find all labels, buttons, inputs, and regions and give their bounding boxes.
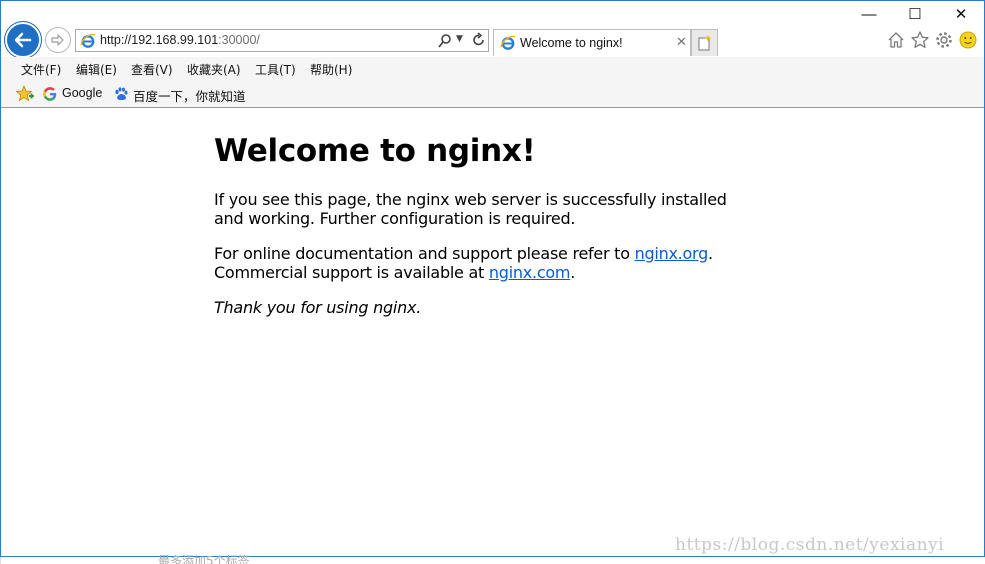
menu-file[interactable]: 文件(F) [21, 61, 61, 78]
star-icon[interactable] [910, 30, 930, 50]
google-icon [43, 87, 57, 101]
menu-tools[interactable]: 工具(T) [255, 61, 296, 78]
menu-edit[interactable]: 编辑(E) [76, 61, 117, 78]
new-tab-icon [698, 35, 712, 51]
url-host: http://192.168.99.101 [100, 33, 219, 47]
menu-bar: 文件(F) 编辑(E) 查看(V) 收藏夹(A) 工具(T) 帮助(H) [1, 57, 984, 81]
tab-title: Welcome to nginx! [520, 36, 623, 50]
refresh-icon[interactable] [471, 32, 487, 48]
close-tab-icon[interactable]: ✕ [676, 34, 687, 50]
search-icon[interactable] [438, 33, 452, 49]
browser-topbar: http://192.168.99.101:30000/ ▼ Welcome t… [1, 1, 984, 58]
thanks-text: Thank you for using nginx. [214, 298, 422, 317]
nginx-com-link[interactable]: nginx.com [489, 263, 571, 282]
new-tab-button[interactable] [691, 29, 718, 56]
forward-button[interactable] [45, 27, 71, 53]
intro-paragraph: If you see this page, the nginx web serv… [214, 190, 727, 228]
watermark: https://blog.csdn.net/yexianyi [675, 535, 945, 555]
ie-icon [80, 33, 96, 48]
arrow-left-icon [14, 32, 32, 48]
underlying-window [0, 557, 985, 564]
commercial-text: Commercial support is available at [214, 263, 489, 282]
baidu-icon [115, 87, 128, 101]
arrow-right-icon [51, 34, 64, 46]
support-text: For online documentation and support ple… [214, 244, 635, 263]
page-content: Welcome to nginx! If you see this page, … [214, 131, 734, 333]
minimize-button[interactable]: — [858, 5, 880, 25]
support-paragraph: For online documentation and support ple… [214, 244, 734, 282]
nginx-org-link[interactable]: nginx.org [635, 244, 709, 263]
url-text[interactable]: http://192.168.99.101:30000/ [100, 33, 260, 47]
ie-icon [500, 35, 516, 50]
smiley-icon[interactable] [958, 30, 978, 50]
home-icon[interactable] [886, 30, 906, 50]
page-heading: Welcome to nginx! [214, 133, 536, 169]
favorite-google[interactable]: Google [62, 86, 102, 100]
chevron-down-icon[interactable]: ▼ [456, 34, 463, 44]
tab-welcome[interactable]: Welcome to nginx! ✕ [493, 29, 691, 56]
favorites-star-icon[interactable] [15, 85, 35, 103]
maximize-button[interactable]: ☐ [904, 5, 926, 25]
underlying-window-text: 最多添加5个标签 [158, 554, 250, 564]
back-button[interactable] [5, 22, 41, 58]
gear-icon[interactable] [934, 30, 954, 50]
commercial-punct: . [570, 263, 576, 282]
browser-window: http://192.168.99.101:30000/ ▼ Welcome t… [0, 0, 985, 557]
favorites-bar: Google 百度一下，你就知道 [1, 81, 984, 108]
support-punct: . [708, 244, 713, 263]
menu-favorites[interactable]: 收藏夹(A) [187, 61, 241, 78]
menu-help[interactable]: 帮助(H) [310, 61, 352, 78]
close-window-button[interactable]: ✕ [950, 5, 972, 25]
menu-view[interactable]: 查看(V) [131, 61, 173, 78]
favorite-baidu[interactable]: 百度一下，你就知道 [133, 86, 246, 105]
address-bar[interactable]: http://192.168.99.101:30000/ ▼ [75, 29, 489, 52]
url-port: :30000/ [218, 33, 260, 47]
